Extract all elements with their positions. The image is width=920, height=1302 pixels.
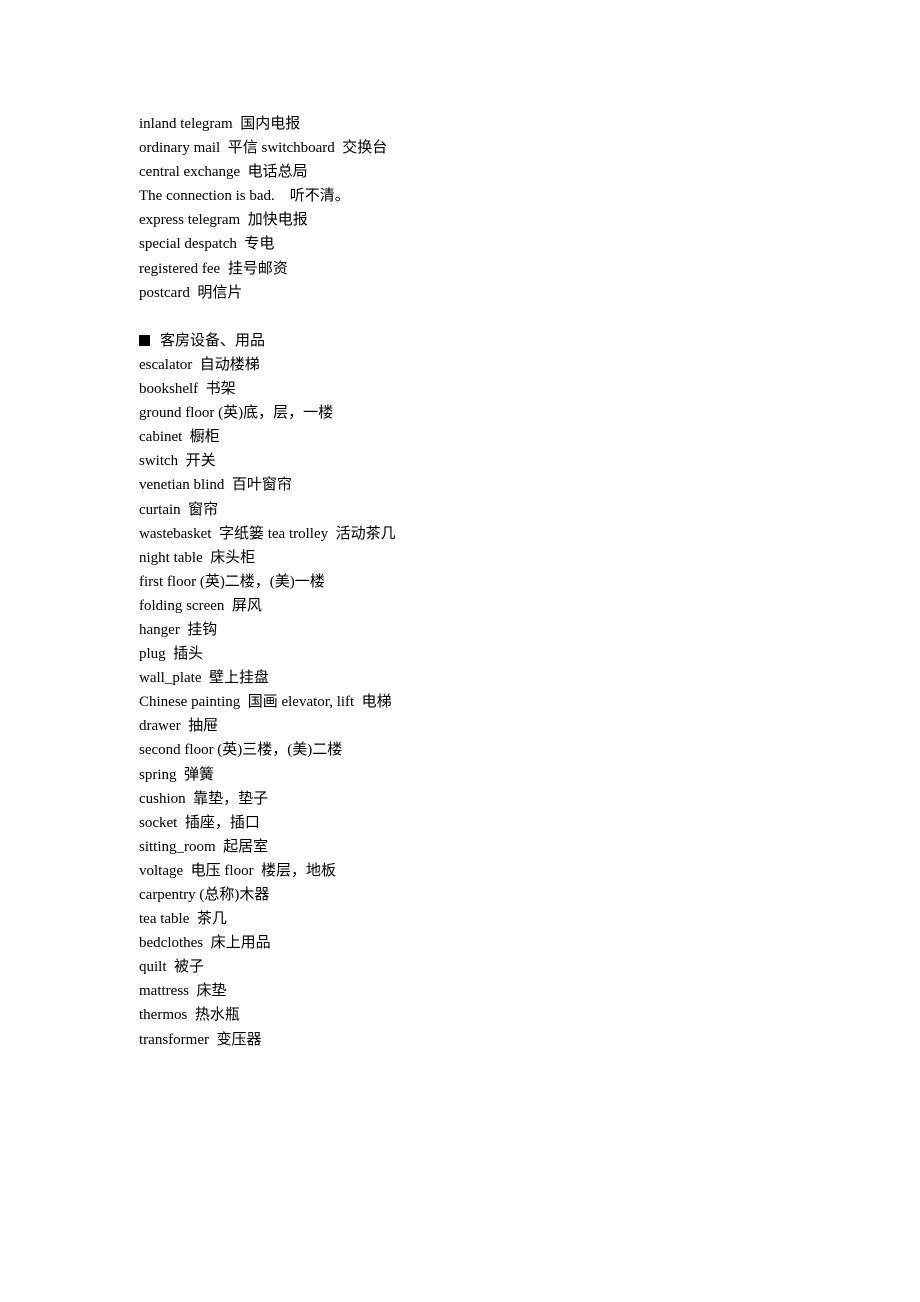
vocab-line: ordinary mail 平信 switchboard 交换台 — [139, 140, 388, 157]
vocab-line: transformer 变压器 — [139, 1031, 262, 1048]
vocab-section-room-equipment: 客房设备、用品 escalator 自动楼梯 bookshelf 书架 grou… — [139, 329, 396, 1052]
vocab-line: ground floor (英)底，层，一楼 — [139, 405, 334, 422]
vocab-line: carpentry (总称)木器 — [139, 887, 270, 903]
vocab-line: express telegram 加快电报 — [139, 212, 308, 229]
vocab-line: escalator 自动楼梯 — [139, 356, 260, 373]
vocab-line: special despatch 专电 — [139, 236, 275, 253]
vocab-line: tea table 茶几 — [139, 911, 227, 928]
vocab-line: drawer 抽屉 — [139, 718, 219, 735]
vocab-section-communications: inland telegram 国内电报 ordinary mail 平信 sw… — [139, 112, 396, 305]
vocab-line: venetian blind 百叶窗帘 — [139, 477, 292, 494]
vocab-line: folding screen 屏风 — [139, 597, 262, 614]
vocab-line: second floor (英)三楼，(美)二楼 — [139, 742, 343, 759]
section-heading: 客房设备、用品 — [139, 329, 396, 353]
vocab-line: wastebasket 字纸篓 tea trolley 活动茶几 — [139, 525, 396, 542]
vocab-line: curtain 窗帘 — [139, 501, 219, 518]
vocab-line: inland telegram 国内电报 — [139, 116, 301, 132]
vocab-line: hanger 挂钩 — [139, 621, 218, 638]
section-heading-text: 客房设备、用品 — [160, 332, 266, 349]
vocab-line: voltage 电压 floor 楼层，地板 — [139, 862, 337, 879]
vocab-line: socket 插座，插口 — [139, 814, 260, 831]
vocab-line: Chinese painting 国画 elevator, lift 电梯 — [139, 694, 392, 711]
vocab-line: wall_plate 壁上挂盘 — [139, 670, 269, 687]
vocab-line: postcard 明信片 — [139, 284, 243, 301]
vocab-line: registered fee 挂号邮资 — [139, 260, 288, 277]
vocab-line: mattress 床垫 — [139, 983, 227, 1000]
vocab-line: quilt 被子 — [139, 959, 205, 976]
vocab-line: cabinet 橱柜 — [139, 429, 220, 446]
vocab-line: thermos 热水瓶 — [139, 1007, 240, 1024]
vocab-line: night table 床头柜 — [139, 549, 256, 566]
vocab-line: cushion 靠垫，垫子 — [139, 790, 269, 807]
document-page: inland telegram 国内电报 ordinary mail 平信 sw… — [139, 112, 396, 1052]
vocab-line: bedclothes 床上用品 — [139, 935, 271, 952]
vocab-line: bookshelf 书架 — [139, 381, 236, 398]
vocab-line: The connection is bad. 听不清。 — [139, 188, 350, 205]
vocab-line: sitting_room 起居室 — [139, 838, 269, 855]
vocab-line: spring 弹簧 — [139, 766, 215, 783]
vocab-line: switch 开关 — [139, 453, 216, 470]
vocab-line: first floor (英)二楼，(美)一楼 — [139, 573, 325, 590]
vocab-line: plug 插头 — [139, 646, 204, 663]
black-square-bullet-icon — [139, 334, 150, 346]
vocab-line: central exchange 电话总局 — [139, 164, 308, 181]
